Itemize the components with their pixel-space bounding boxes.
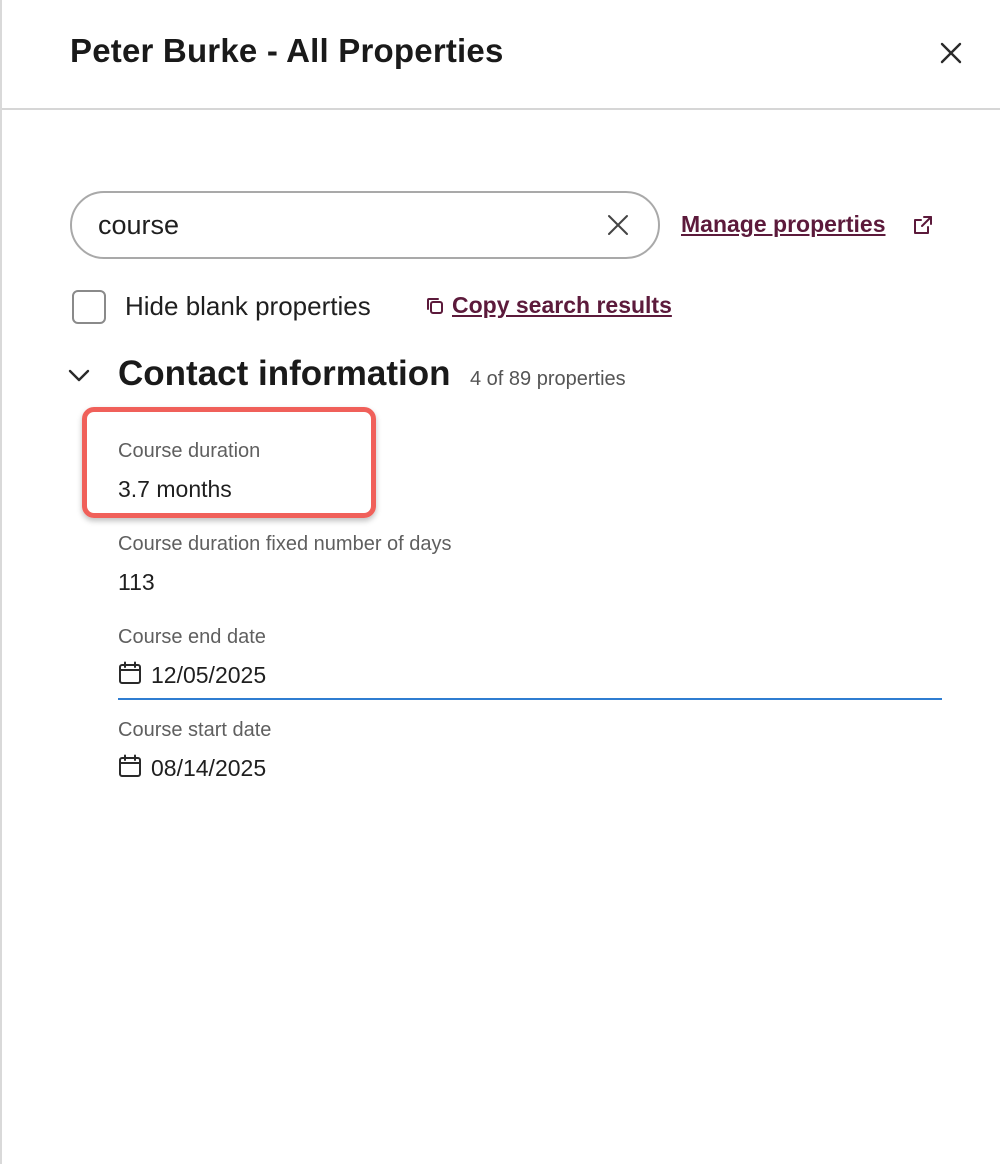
calendar-icon xyxy=(119,661,141,684)
date-value[interactable]: 12/05/2025 xyxy=(151,662,266,689)
search-input[interactable] xyxy=(98,203,578,247)
focused-field-underline xyxy=(118,698,942,700)
hide-blank-label[interactable]: Hide blank properties xyxy=(125,291,371,322)
page-title: Peter Burke - All Properties xyxy=(70,32,504,69)
property-value[interactable]: 3.7 months xyxy=(118,476,232,503)
property-label: Course start date xyxy=(118,719,272,741)
section-property-count: 4 of 89 properties xyxy=(470,368,626,390)
hide-blank-checkbox[interactable] xyxy=(72,290,106,324)
external-link-icon xyxy=(914,216,932,234)
close-button[interactable] xyxy=(932,34,970,72)
calendar-icon xyxy=(119,754,141,777)
close-icon xyxy=(608,215,628,235)
copy-icon xyxy=(427,298,443,314)
chevron-down-icon xyxy=(68,369,90,382)
clear-search-button[interactable] xyxy=(604,211,632,239)
section-title: Contact information xyxy=(118,354,451,393)
close-icon xyxy=(940,42,962,64)
date-value[interactable]: 08/14/2025 xyxy=(151,755,266,782)
property-label: Course duration fixed number of days xyxy=(118,533,452,555)
panel-header: Peter Burke - All Properties xyxy=(2,0,1000,110)
property-label: Course duration xyxy=(118,440,261,462)
search-box xyxy=(70,191,660,259)
properties-panel: Peter Burke - All Properties Manage prop… xyxy=(0,0,1000,1164)
property-value[interactable]: 113 xyxy=(118,569,155,596)
property-label: Course end date xyxy=(118,626,266,648)
manage-properties-link[interactable]: Manage properties xyxy=(681,211,886,238)
section-collapse-toggle[interactable] xyxy=(66,362,92,388)
copy-search-results-link[interactable]: Copy search results xyxy=(452,292,672,319)
